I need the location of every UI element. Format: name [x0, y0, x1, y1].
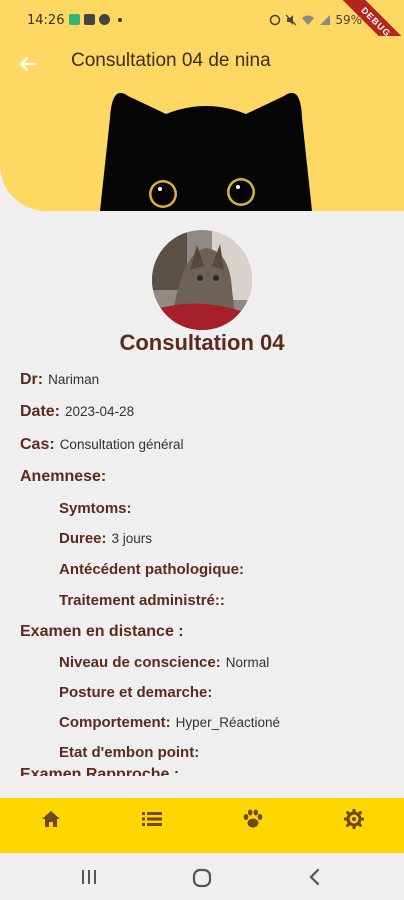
doctor-value: Nariman: [48, 372, 100, 387]
system-back-button[interactable]: [306, 868, 324, 886]
history-label: Antécédent pathologique:: [59, 561, 244, 578]
date-value: 2023-04-28: [65, 404, 135, 419]
pet-avatar: [152, 230, 252, 330]
circle-home-icon: [192, 868, 212, 888]
symptoms-row: Symtoms:: [59, 500, 132, 517]
consciousness-row: Niveau de conscience: Normal: [59, 654, 269, 671]
behaviour-label: Comportement:: [59, 714, 171, 731]
status-right: 59%: [269, 13, 362, 27]
duration-label: Duree:: [59, 530, 107, 547]
case-value: Consultation général: [59, 437, 184, 452]
treatment-label: Traitement administré::: [59, 592, 225, 609]
notification-icons: [69, 14, 122, 25]
app-header: Consultation 04 de nina: [0, 36, 404, 211]
paw-icon: [243, 809, 262, 827]
recent-apps-button[interactable]: [80, 868, 98, 886]
case-row: Cas: Consultation général: [20, 436, 184, 454]
behaviour-row: Comportement: Hyper_Réactioné: [59, 714, 280, 731]
notification-app-icon: [69, 14, 80, 25]
doctor-label: Dr:: [20, 371, 44, 388]
behaviour-value: Hyper_Réactioné: [175, 715, 280, 730]
alarm-icon: [270, 14, 281, 26]
signal-icon: [320, 15, 331, 25]
date-row: Date: 2023-04-28: [20, 403, 134, 421]
treatment-row: Traitement administré::: [59, 592, 225, 609]
distance-exam-heading: Examen en distance :: [20, 623, 184, 641]
bottom-navigation: [0, 798, 404, 853]
date-label: Date:: [20, 403, 61, 420]
home-icon: [41, 810, 60, 827]
system-navigation: [0, 853, 404, 900]
symptoms-label: Symtoms:: [59, 500, 132, 517]
close-exam-label: Examen Rapproche :: [20, 766, 180, 776]
nav-pets[interactable]: [202, 798, 303, 853]
status-bar: 14:26 59% DEBUG: [0, 0, 404, 64]
close-exam-heading: Examen Rapproche :: [20, 766, 179, 776]
back-button[interactable]: [14, 50, 42, 78]
nav-home[interactable]: [0, 798, 101, 853]
posture-row: Posture et demarche:: [59, 684, 212, 701]
case-label: Cas:: [20, 436, 55, 453]
list-icon: [141, 811, 162, 826]
home-system-button[interactable]: [192, 868, 212, 888]
consultation-details: Consultation 04 Dr: Nariman Date: 2023-0…: [0, 211, 404, 776]
arrow-left-icon: [19, 56, 37, 72]
history-row: Antécédent pathologique:: [59, 561, 244, 578]
chevron-left-icon: [309, 868, 320, 886]
anamnese-label: Anemnese:: [20, 468, 107, 485]
recents-icon: [82, 870, 96, 884]
consciousness-label: Niveau de conscience:: [59, 654, 221, 671]
gallery-icon: [84, 14, 95, 25]
wifi-icon: [302, 15, 315, 25]
nav-settings[interactable]: [303, 798, 404, 853]
more-notifications-dot: [118, 17, 122, 22]
status-time: 14:26: [27, 13, 65, 28]
posture-label: Posture et demarche:: [59, 684, 213, 701]
anamnese-heading: Anemnese:: [20, 468, 106, 486]
consciousness-value: Normal: [225, 655, 270, 670]
body-condition-row: Etat d'embon point:: [59, 744, 199, 761]
duration-row: Duree: 3 jours: [59, 530, 152, 547]
consultation-title: Consultation 04: [119, 330, 285, 355]
distance-exam-label: Examen en distance :: [20, 623, 184, 640]
gear-icon: [343, 808, 364, 829]
system-icon: [99, 14, 110, 25]
nav-list[interactable]: [101, 798, 202, 853]
page-title: Consultation 04 de nina: [71, 50, 271, 71]
body-condition-label: Etat d'embon point:: [59, 744, 200, 761]
duration-value: 3 jours: [111, 531, 153, 546]
mute-icon: [285, 14, 297, 26]
doctor-row: Dr: Nariman: [20, 371, 99, 389]
cat-illustration: [100, 92, 312, 211]
